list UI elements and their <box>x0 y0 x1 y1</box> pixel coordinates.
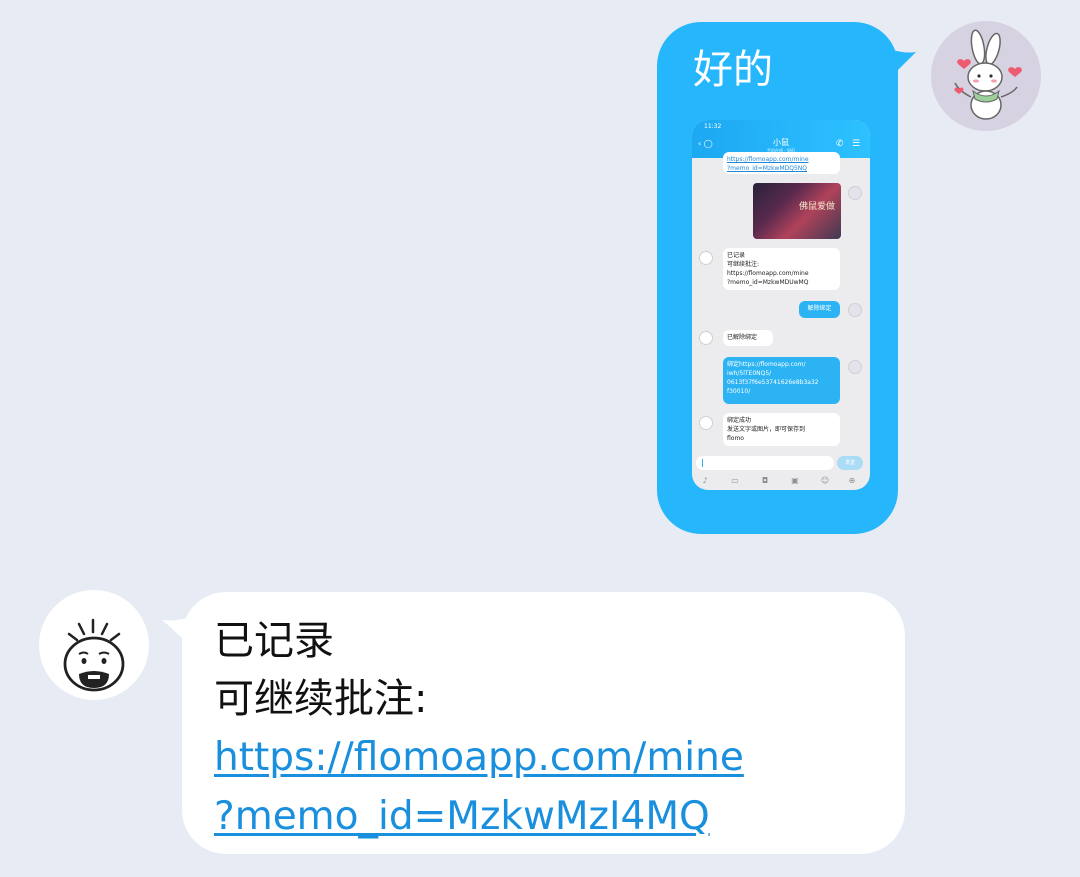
screenshot-bound-message: 绑定成功 发送文字或图片，即可保存到 flomo <box>723 413 840 446</box>
folder-icon: ▣ <box>791 476 799 485</box>
screenshot-recorded-message: 已记录 可继续批注: https://flomoapp.com/mine ?me… <box>723 248 840 290</box>
screenshot-input-caret <box>702 459 703 467</box>
bunny-avatar[interactable] <box>931 21 1041 131</box>
screenshot-image-caption: 佛鼠爱做 <box>798 202 835 212</box>
sketch-face-icon <box>699 331 713 345</box>
plus-icon: ⊕ <box>848 476 856 485</box>
screenshot-image-message: 佛鼠爱做 <box>753 183 841 239</box>
memo-link-line1[interactable]: https://flomoapp.com/mine <box>214 735 744 780</box>
screenshot-input-toolbar: ♪ ▭ ◘ ▣ ☺ ⊕ <box>692 474 870 490</box>
sketch-face-icon <box>699 251 713 265</box>
sketch-face-avatar[interactable] <box>39 590 149 700</box>
bunny-icon <box>848 360 862 374</box>
incoming-message-text: 已记录 可继续批注: https://flomoapp.com/mine ?me… <box>214 612 744 846</box>
screenshot-unbound-message: 已解除绑定 <box>723 330 773 346</box>
emoji-icon: ☺ <box>820 476 830 485</box>
sketch-face-icon <box>63 618 125 692</box>
sketch-face-icon <box>699 416 713 430</box>
camera-icon: ◘ <box>761 476 769 485</box>
image-icon: ▭ <box>731 476 739 485</box>
outgoing-message-text: 好的 <box>693 47 773 93</box>
attached-screenshot[interactable]: 11:32 ‹ ◯ 小鼠 手机在线 - WiFi ✆ ☰ https://flo… <box>692 120 870 490</box>
screenshot-link-text: https://flomoapp.com/mine ?memo_id=MzkwM… <box>727 156 809 172</box>
bunny-icon <box>848 186 862 200</box>
screenshot-bind-command: 绑定https://flomoapp.com/ iwh/5lTE0NQ5/ 06… <box>723 357 840 404</box>
screenshot-link-message: https://flomoapp.com/mine ?memo_id=MzkwM… <box>723 152 840 174</box>
phone-icon: ✆ <box>836 139 844 149</box>
incoming-message-bubble[interactable]: 已记录 可继续批注: https://flomoapp.com/mine ?me… <box>182 592 905 854</box>
screenshot-status-time: 11:32 <box>704 123 722 130</box>
outgoing-message-bubble[interactable]: 好的 11:32 ‹ ◯ 小鼠 手机在线 - WiFi ✆ ☰ https://… <box>657 22 898 534</box>
screenshot-message-input <box>696 456 834 470</box>
memo-link-line2[interactable]: ?memo_id=MzkwMzI4MQ <box>214 794 710 839</box>
incoming-line-annotate: 可继续批注: <box>214 676 428 722</box>
incoming-line-recorded: 已记录 <box>214 618 334 664</box>
bunny-icon <box>954 29 1022 120</box>
screenshot-send-button: 发送 <box>837 456 863 470</box>
menu-icon: ☰ <box>852 139 861 149</box>
screenshot-unbind-command: 解除绑定 <box>799 301 840 318</box>
bunny-icon <box>848 303 862 317</box>
microphone-icon: ♪ <box>702 476 708 485</box>
